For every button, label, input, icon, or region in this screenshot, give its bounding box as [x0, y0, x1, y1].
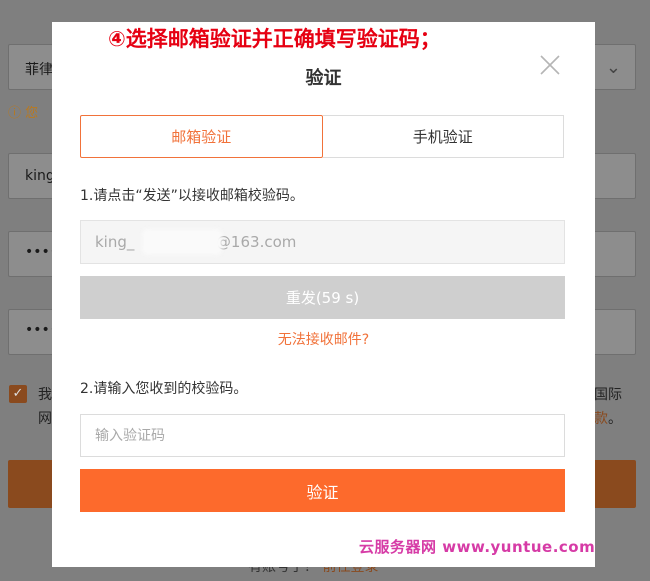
tab-phone-verify[interactable]: 手机验证 [322, 115, 564, 158]
email-redaction [142, 229, 222, 255]
watermark: 云服务器网 www.yuntue.com [359, 538, 596, 556]
email-prefix: king_ [95, 233, 135, 251]
agree-end: 。 [608, 411, 622, 427]
agree-checkbox: ✓ [9, 385, 27, 403]
step2-instruction: 2.请输入您收到的校验码。 [80, 381, 248, 397]
cannot-receive-email-link[interactable]: 无法接收邮件? [52, 329, 595, 349]
resend-button[interactable]: 重发(59 s) [80, 276, 565, 319]
step-annotation: ④选择邮箱验证并正确填写验证码； [108, 27, 441, 51]
verify-method-tabs: 邮箱验证 手机验证 [80, 115, 564, 158]
warning-text: 您 [25, 106, 39, 121]
verification-modal: 验证 邮箱验证 手机验证 1.请点击“发送”以接收邮箱校验码。 king_ 3@1… [52, 22, 595, 567]
agree-text-left: 我 网 [38, 387, 52, 427]
warning-hint: ⓘ 您 [8, 102, 38, 121]
verification-code-input[interactable] [80, 414, 565, 457]
info-icon: ⓘ [8, 106, 22, 121]
verify-button[interactable]: 验证 [80, 469, 565, 512]
terms-link: 款 [594, 411, 608, 427]
agree-text-right: 国际 款。 [594, 383, 622, 431]
username-value: king [25, 168, 55, 184]
close-icon[interactable] [538, 53, 562, 77]
step1-instruction: 1.请点击“发送”以接收邮箱校验码。 [80, 188, 304, 204]
country-value: 菲律 [25, 62, 53, 78]
modal-title: 验证 [305, 68, 342, 89]
tab-email-verify[interactable]: 邮箱验证 [80, 115, 323, 158]
agree-text-right-line1: 国际 [594, 387, 622, 403]
chevron-down-icon: ⌄ [605, 57, 621, 78]
